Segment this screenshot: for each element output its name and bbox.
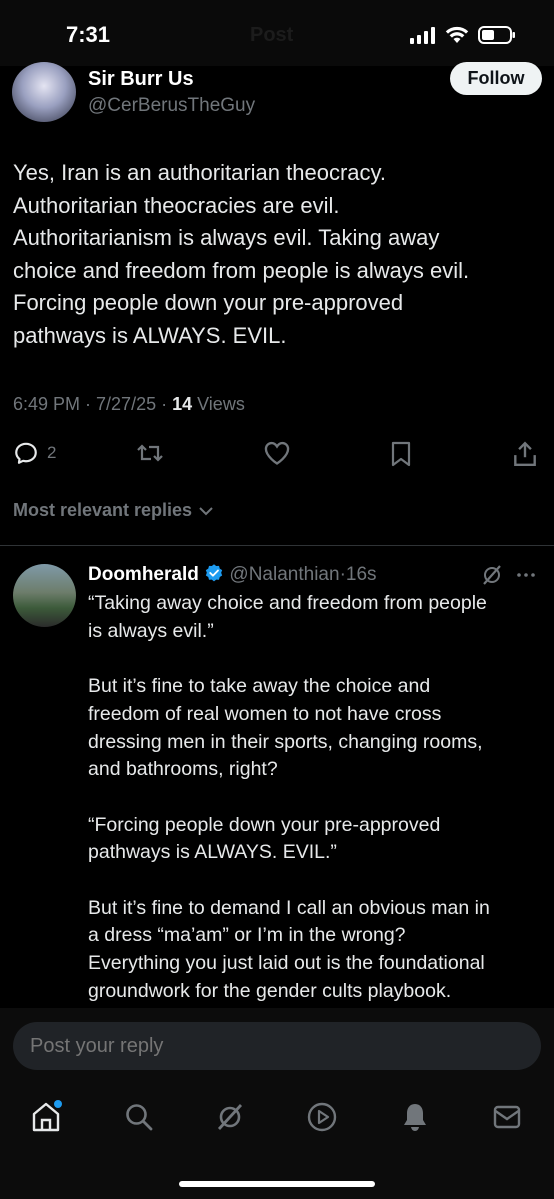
tab-notifications[interactable] <box>395 1097 435 1137</box>
follow-button[interactable]: Follow <box>450 62 542 95</box>
post-author: Sir Burr Us @CerBerusTheGuy Follow <box>12 62 542 126</box>
chevron-down-icon <box>199 506 213 515</box>
grok-icon[interactable] <box>480 563 504 587</box>
reply-text: “Taking away choice and freedom from peo… <box>88 592 490 1002</box>
reply-author-handle[interactable]: @Nalanthian <box>229 564 339 585</box>
reply-input[interactable] <box>13 1022 541 1070</box>
reply-header: Doomherald @Nalanthian·16s <box>88 563 540 589</box>
home-icon <box>32 1100 62 1132</box>
like-button[interactable] <box>263 440 291 466</box>
more-options-icon[interactable] <box>515 564 537 586</box>
replies-sort-label: Most relevant replies <box>13 500 193 520</box>
cellular-signal-icon <box>410 26 435 44</box>
bookmark-button[interactable] <box>389 440 413 468</box>
views-label: Views <box>192 394 245 414</box>
tab-grok[interactable] <box>210 1097 250 1137</box>
reply-count: 2 <box>47 443 57 462</box>
post-timestamp: 6:49 PM · 7/27/25 · <box>13 394 173 414</box>
reply-author-name[interactable]: Doomherald <box>88 564 199 585</box>
reply-icon <box>15 442 37 464</box>
battery-icon <box>478 26 515 44</box>
author-avatar[interactable] <box>12 62 76 122</box>
author-handle[interactable]: @CerBerusTheGuy <box>88 95 255 117</box>
tab-home[interactable] <box>26 1097 66 1137</box>
wifi-icon <box>445 26 469 43</box>
repost-button[interactable] <box>135 440 165 466</box>
post-actions: 2 <box>0 436 554 472</box>
share-button[interactable] <box>512 440 538 468</box>
reply-item[interactable]: Doomherald @Nalanthian·16s “Taking away … <box>0 546 554 1006</box>
tab-search[interactable] <box>119 1097 159 1137</box>
status-bar: 7:31 Post <box>0 0 554 66</box>
heart-icon <box>264 441 290 465</box>
video-icon <box>307 1102 337 1132</box>
author-name[interactable]: Sir Burr Us <box>88 68 194 91</box>
home-indicator[interactable] <box>179 1181 375 1187</box>
reply-avatar[interactable] <box>13 564 76 627</box>
repost-icon <box>137 444 163 462</box>
post-meta: 6:49 PM · 7/27/25 · 14 Views <box>13 394 245 415</box>
share-icon <box>514 441 536 466</box>
verified-badge-icon <box>205 564 223 582</box>
reply-button[interactable]: 2 <box>13 440 56 466</box>
tab-messages[interactable] <box>487 1097 527 1137</box>
status-icons <box>410 26 516 44</box>
status-time: 7:31 <box>66 22 111 47</box>
messages-icon <box>493 1105 521 1129</box>
reply-time: ·16s <box>339 564 377 585</box>
notifications-icon <box>404 1104 426 1131</box>
search-icon <box>126 1104 153 1131</box>
views-count: 14 <box>172 394 193 414</box>
bookmark-icon <box>391 441 411 467</box>
tab-video[interactable] <box>302 1097 342 1137</box>
status-ghost-title: Post <box>250 24 294 46</box>
replies-sort-dropdown[interactable]: Most relevant replies <box>13 500 214 521</box>
bottom-tab-bar <box>0 1082 554 1199</box>
reply-composer <box>0 1008 554 1082</box>
post-text: Yes, Iran is an authoritarian theocracy.… <box>13 160 470 348</box>
grok-icon <box>217 1104 243 1130</box>
